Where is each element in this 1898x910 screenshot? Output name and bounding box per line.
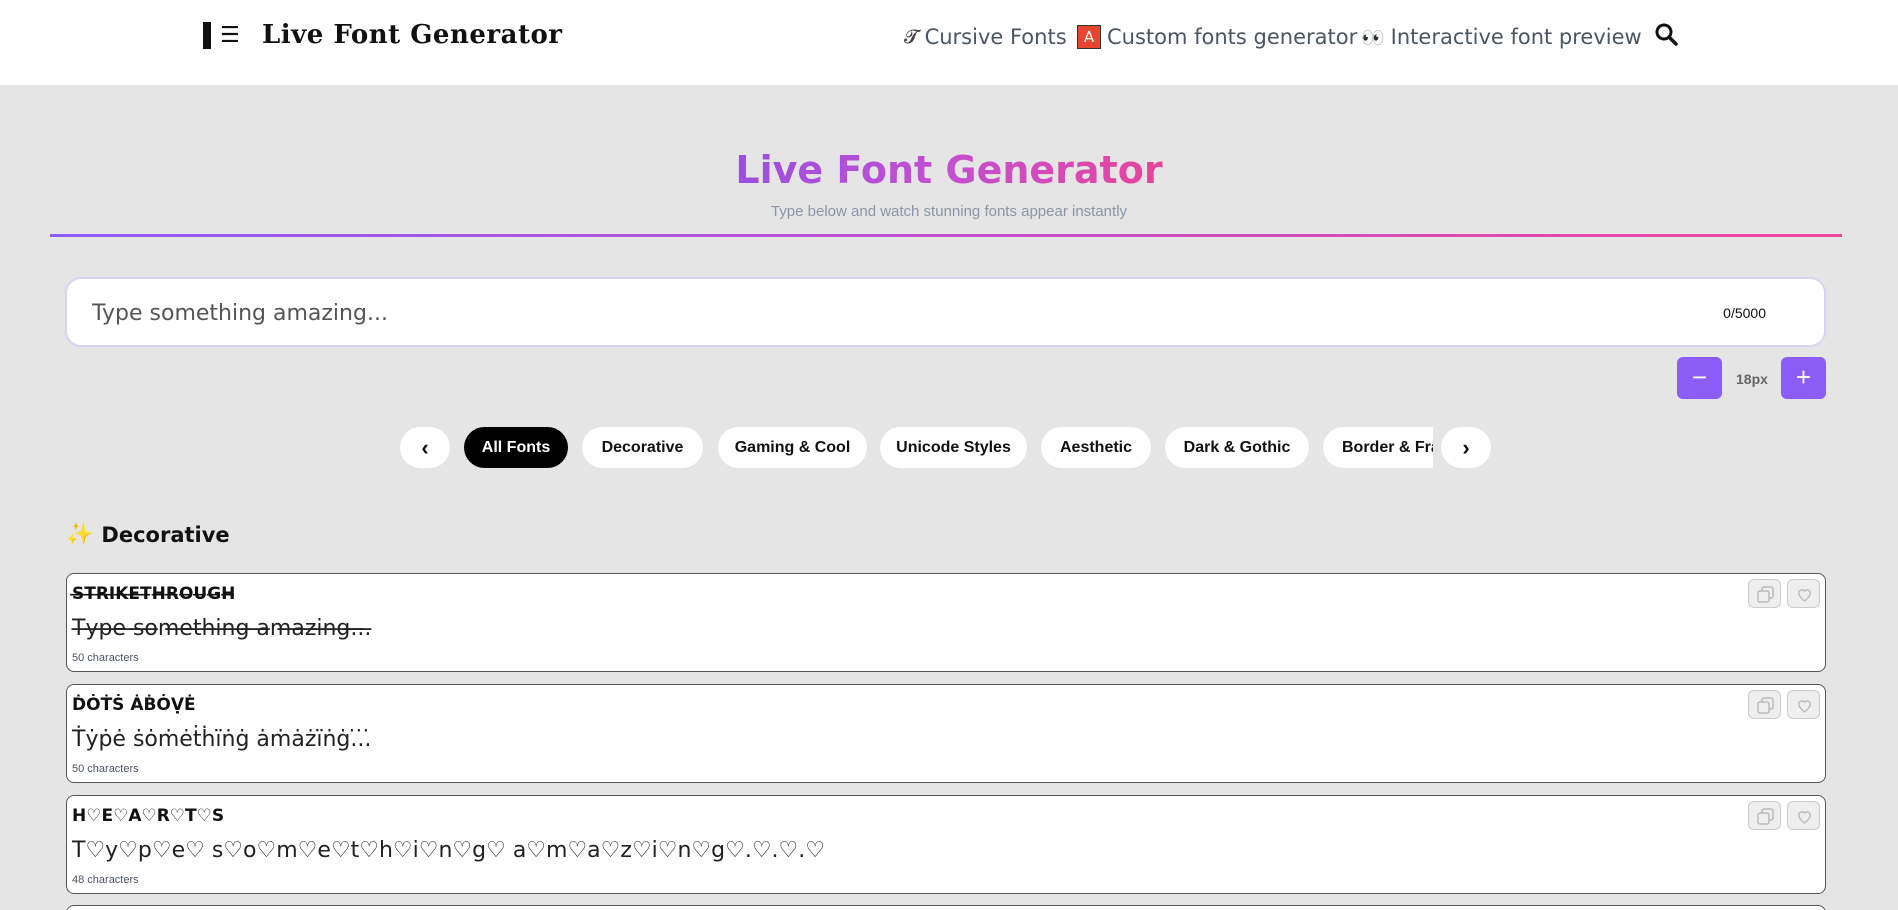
decrease-size-button[interactable]: − bbox=[1677, 357, 1722, 399]
favorite-button[interactable] bbox=[1787, 801, 1820, 830]
copy-icon bbox=[1757, 586, 1774, 603]
nav-interactive-font-preview[interactable]: 👀 Interactive font preview bbox=[1361, 22, 1642, 52]
heart-icon bbox=[1798, 589, 1811, 602]
logo-mark[interactable] bbox=[203, 22, 211, 49]
increase-size-button[interactable]: + bbox=[1781, 357, 1826, 399]
character-counter: 0/5000 bbox=[1723, 305, 1766, 321]
font-name: S̶T̶R̶I̶K̶E̶T̶H̶R̶O̶U̶G̶H̶ bbox=[72, 584, 236, 604]
font-card-partial bbox=[66, 905, 1826, 910]
tab-border-frame[interactable]: Border & Frame bbox=[1323, 427, 1433, 468]
top-navbar: ☰ Live Font Generator 𝓣 Cursive Fonts A … bbox=[0, 0, 1898, 85]
nav-custom-fonts-generator[interactable]: A Custom fonts generator bbox=[1077, 22, 1357, 52]
character-count: 50 characters bbox=[72, 652, 139, 664]
font-sample[interactable]: T♡y♡p♡e♡ s♡o♡m♡e♡t♡h♡i♡n♡g♡ a♡m♡a♡z♡i♡n♡… bbox=[72, 838, 825, 863]
font-sample[interactable]: T̶y̶p̶e̶ ̶s̶o̶m̶e̶t̶h̶i̶n̶g̶ ̶a̶m̶a̶z̶i̶… bbox=[72, 616, 371, 641]
copy-icon bbox=[1757, 697, 1774, 714]
tabs-next-button[interactable]: › bbox=[1441, 427, 1491, 468]
font-sample[interactable]: Ṫẏṗė ṡȯṁėṫḣïṅġ ȧṁȧżïṅġ.̇.̇.̇ bbox=[72, 727, 371, 752]
font-size-value: 18px bbox=[1736, 371, 1768, 387]
tab-aesthetic[interactable]: Aesthetic bbox=[1041, 427, 1151, 468]
gradient-divider bbox=[50, 234, 1842, 237]
nav-cursive-fonts[interactable]: 𝓣 Cursive Fonts bbox=[904, 22, 1067, 52]
font-card[interactable]: ḊȮṪṠ ȦḂȮṾĖ Ṫẏṗė ṡȯṁėṫḣïṅġ ȧṁȧżïṅġ.̇.̇.̇ … bbox=[66, 684, 1826, 783]
menu-lines-icon[interactable]: ☰ bbox=[220, 22, 240, 49]
character-count: 48 characters bbox=[72, 874, 139, 886]
font-name: H♡E♡A♡R♡T♡S bbox=[72, 806, 225, 826]
section-heading: ✨ Decorative bbox=[66, 522, 230, 547]
heart-icon bbox=[1798, 811, 1811, 824]
page-subtitle: Type below and watch stunning fonts appe… bbox=[770, 203, 1128, 220]
nav-custom-fonts-label: Custom fonts generator bbox=[1107, 25, 1358, 49]
cursive-icon: 𝓣 bbox=[904, 26, 919, 48]
character-count: 50 characters bbox=[72, 763, 139, 775]
font-name: ḊȮṪṠ ȦḂȮṾĖ bbox=[72, 695, 196, 715]
tab-all-fonts[interactable]: All Fonts bbox=[464, 427, 568, 468]
letter-a-icon: A bbox=[1077, 25, 1101, 49]
logo-text[interactable]: Live Font Generator bbox=[262, 20, 563, 50]
text-input[interactable] bbox=[92, 297, 1592, 329]
text-input-box: 0/5000 bbox=[65, 277, 1826, 347]
sparkle-icon: ✨ bbox=[66, 522, 94, 547]
tab-decorative[interactable]: Decorative bbox=[582, 427, 703, 468]
tab-unicode-styles[interactable]: Unicode Styles bbox=[880, 427, 1027, 468]
page-title: Live Font Generator bbox=[735, 148, 1163, 192]
font-card[interactable]: S̶T̶R̶I̶K̶E̶T̶H̶R̶O̶U̶G̶H̶ T̶y̶p̶e̶ ̶s̶o… bbox=[66, 573, 1826, 672]
nav-cursive-fonts-label: Cursive Fonts bbox=[924, 25, 1067, 49]
favorite-button[interactable] bbox=[1787, 579, 1820, 608]
copy-button[interactable] bbox=[1748, 579, 1781, 608]
search-icon[interactable] bbox=[1654, 22, 1678, 46]
section-title: Decorative bbox=[101, 522, 230, 547]
heart-icon bbox=[1798, 700, 1811, 713]
copy-icon bbox=[1757, 808, 1774, 825]
eyes-icon: 👀 bbox=[1361, 26, 1385, 49]
nav-interactive-preview-label: Interactive font preview bbox=[1390, 25, 1642, 49]
copy-button[interactable] bbox=[1748, 690, 1781, 719]
font-card[interactable]: H♡E♡A♡R♡T♡S T♡y♡p♡e♡ s♡o♡m♡e♡t♡h♡i♡n♡g♡ … bbox=[66, 795, 1826, 894]
tab-gaming-cool[interactable]: Gaming & Cool bbox=[718, 427, 867, 468]
favorite-button[interactable] bbox=[1787, 690, 1820, 719]
copy-button[interactable] bbox=[1748, 801, 1781, 830]
tabs-prev-button[interactable]: ‹ bbox=[400, 427, 450, 468]
tab-dark-gothic[interactable]: Dark & Gothic bbox=[1165, 427, 1309, 468]
